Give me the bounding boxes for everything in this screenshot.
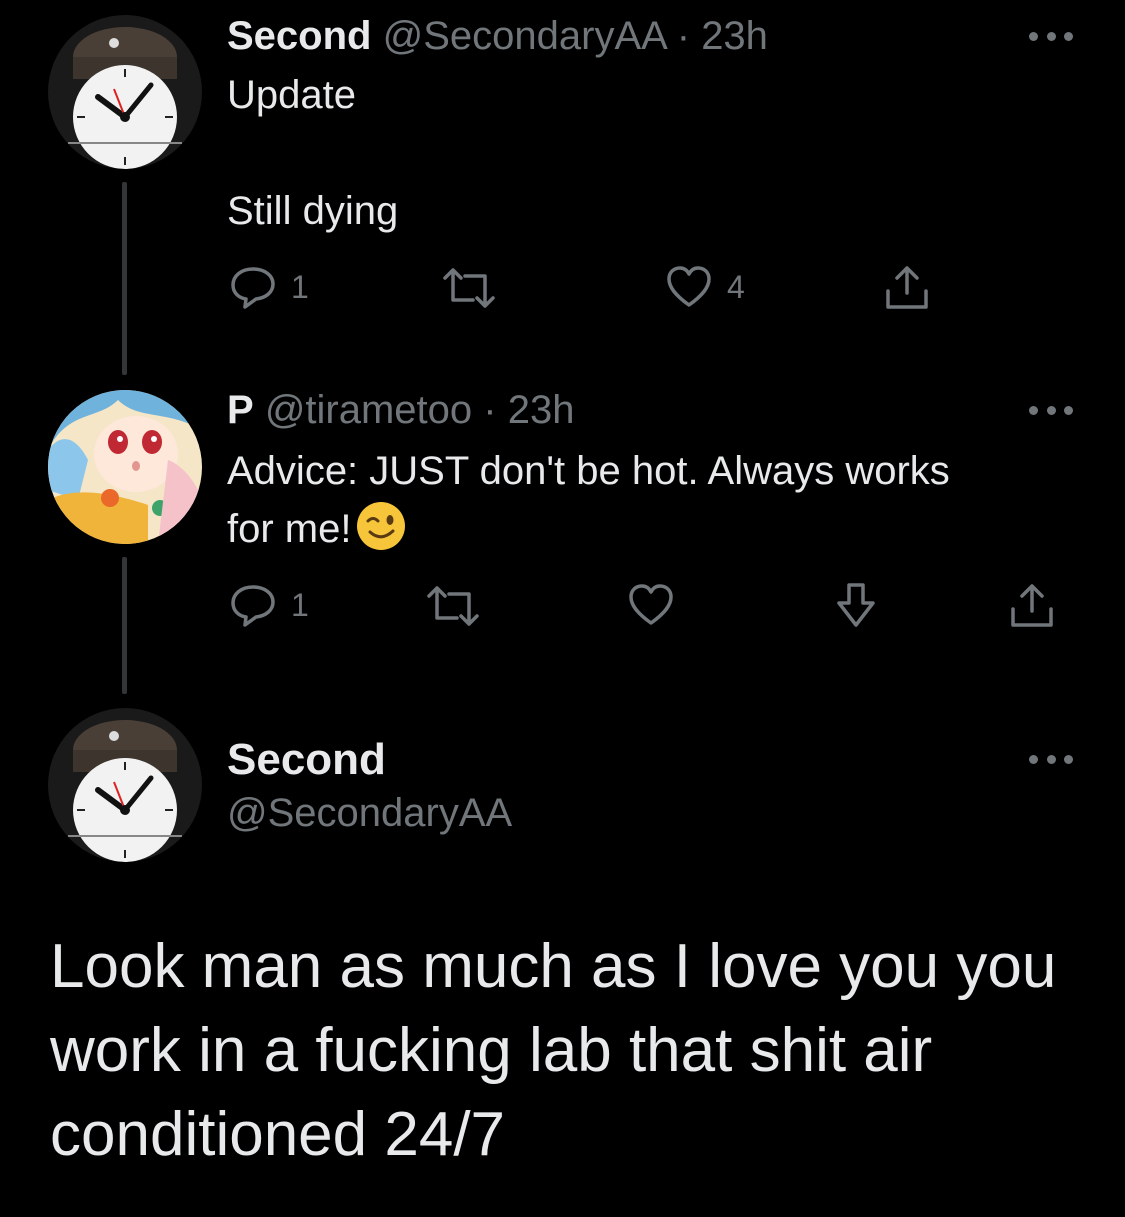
bookmark-arrow-button[interactable]	[834, 581, 878, 631]
tweet-text-line: Still dying	[227, 189, 399, 233]
more-dot-icon	[1029, 754, 1038, 764]
more-options-button[interactable]	[1029, 403, 1073, 417]
reply-icon	[231, 267, 275, 309]
more-dot-icon	[1046, 31, 1056, 41]
more-dot-icon	[1064, 31, 1073, 41]
display-name[interactable]: Second	[227, 733, 386, 787]
main-tweet-text: Look man as much as I love you you work …	[50, 932, 1057, 1169]
reply-button[interactable]: 1	[229, 583, 309, 627]
anime-character-avatar	[48, 390, 202, 544]
more-dot-icon	[1029, 31, 1038, 41]
heart-icon	[667, 266, 711, 307]
retweet-icon	[443, 268, 495, 308]
reply-count: 1	[291, 586, 309, 623]
timestamp[interactable]: 23h	[508, 388, 575, 432]
retweet-icon	[427, 586, 479, 626]
username[interactable]: @tirametoo	[265, 388, 472, 432]
more-dot-icon	[1064, 754, 1073, 764]
more-dot-icon	[1029, 405, 1038, 415]
clock-face-avatar	[48, 15, 202, 169]
like-button[interactable]: 4	[665, 265, 745, 309]
tweet-text-line-with-emoji: for me!	[227, 500, 407, 557]
tweet-text-line: Update	[227, 73, 356, 117]
display-name[interactable]: P	[227, 388, 254, 432]
like-button[interactable]	[627, 583, 675, 627]
retweet-button[interactable]	[423, 584, 483, 628]
share-button[interactable]	[883, 263, 931, 311]
reply-count: 1	[291, 268, 309, 305]
download-arrow-icon	[837, 583, 875, 627]
separator: ·	[483, 388, 497, 432]
more-dot-icon	[1046, 754, 1056, 764]
tweet-header: Second @SecondaryAA · 23h	[227, 12, 768, 60]
more-dot-icon	[1064, 405, 1073, 415]
more-options-button[interactable]	[1029, 29, 1073, 43]
heart-icon	[629, 584, 673, 625]
winking-face-emoji-icon	[357, 502, 406, 550]
retweet-button[interactable]	[439, 266, 499, 310]
share-button[interactable]	[1008, 581, 1056, 629]
tweet-text-line: Advice: JUST don't be hot. Always works	[227, 449, 950, 493]
reply-icon	[231, 585, 275, 627]
thread-connector	[122, 557, 127, 694]
more-options-button[interactable]	[1029, 752, 1073, 766]
clock-face-avatar	[48, 708, 202, 862]
tweet-header: P @tirametoo · 23h	[227, 386, 574, 434]
share-icon	[886, 266, 928, 309]
thread-connector	[122, 182, 127, 375]
separator: ·	[676, 14, 691, 58]
avatar[interactable]	[48, 15, 202, 169]
timestamp[interactable]: 23h	[701, 14, 768, 58]
like-count: 4	[727, 268, 745, 305]
display-name[interactable]: Second	[227, 14, 371, 58]
tweet-text: for me!	[227, 507, 352, 551]
reply-button[interactable]: 1	[229, 265, 309, 309]
more-dot-icon	[1046, 405, 1056, 415]
username[interactable]: @SecondaryAA	[227, 788, 512, 838]
avatar[interactable]	[48, 708, 202, 862]
avatar[interactable]	[48, 390, 202, 544]
username[interactable]: @SecondaryAA	[383, 14, 666, 58]
share-icon	[1011, 584, 1053, 627]
